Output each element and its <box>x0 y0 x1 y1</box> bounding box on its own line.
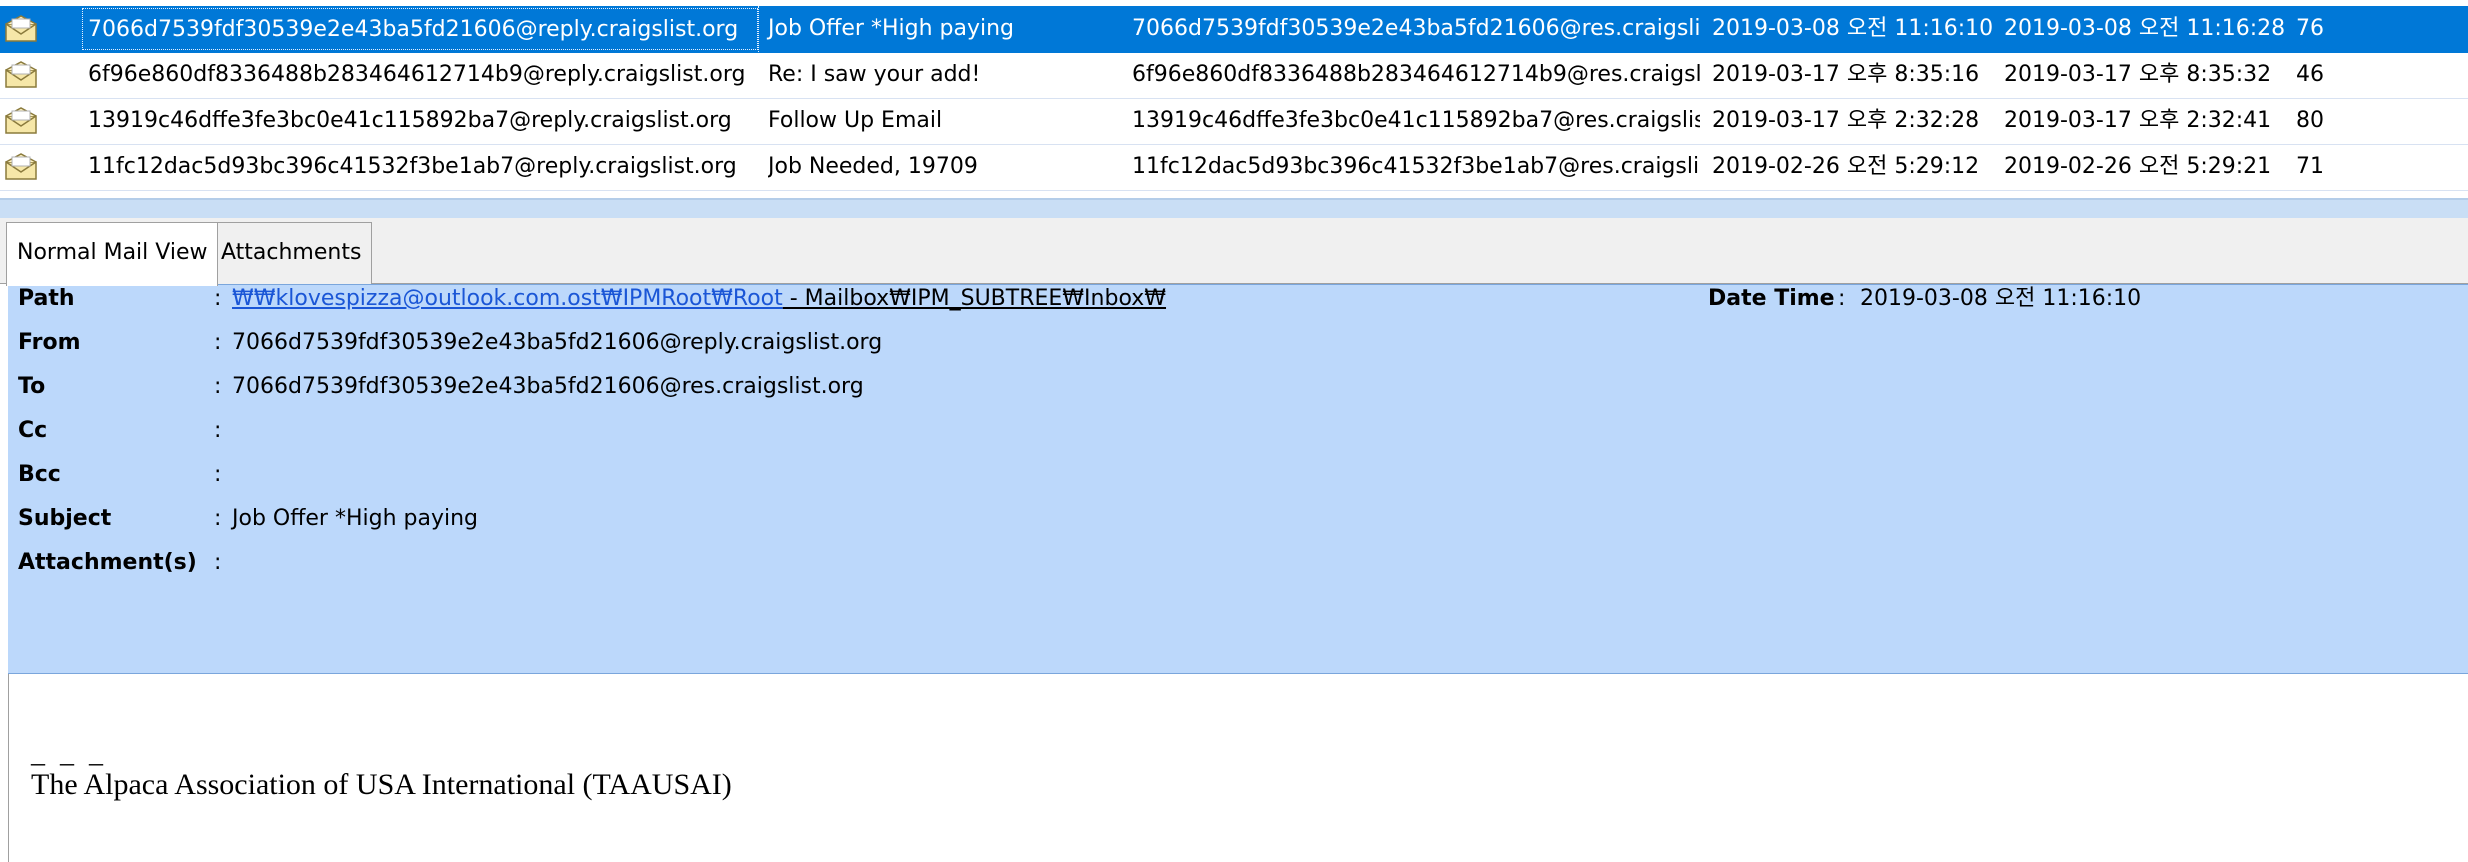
envelope-icon <box>4 15 38 43</box>
tab-attachments[interactable]: Attachments <box>210 222 373 284</box>
message-row-2[interactable]: 6f96e860df8336488b283464612714b9@reply.c… <box>0 52 2468 99</box>
from-value: 7066d7539fdf30539e2e43ba5fd21606@reply.c… <box>232 330 883 355</box>
message-to: 7066d7539fdf30539e2e43ba5fd21606@res.cra… <box>1132 16 1700 41</box>
message-sent-time: 2019-02-26 오전 5:29:12 <box>1712 154 1980 179</box>
message-subject: Re: I saw your add! <box>768 62 981 87</box>
path-value: ₩₩klovespizza@outlook.com.ost₩IPMRoot₩Ro… <box>232 279 1166 319</box>
attachments-label: Attachment(s) <box>18 550 197 575</box>
path-link[interactable]: ₩₩klovespizza@outlook.com.ost₩IPMRoot₩Ro… <box>232 286 783 311</box>
attachments-colon: : <box>214 550 222 575</box>
clipped-text-fragment <box>49 674 249 698</box>
message-received-time: 2019-03-17 오후 2:32:41 <box>2004 108 2272 133</box>
message-sent-time: 2019-03-17 오후 8:35:16 <box>1712 62 1980 87</box>
separator-dashes: _ _ _ <box>31 738 107 769</box>
message-to: 6f96e860df8336488b283464612714b9@res.cra… <box>1132 62 1700 87</box>
envelope-icon <box>4 61 38 89</box>
subject-value: Job Offer *High paying <box>232 506 478 531</box>
subject-colon: : <box>214 506 222 531</box>
message-subject: Job Offer *High paying <box>758 6 1108 52</box>
message-subject: Job Needed, 19709 <box>768 154 978 179</box>
message-to: 13919c46dffe3fe3bc0e41c115892ba7@res.cra… <box>1132 108 1700 133</box>
message-to: 11fc12dac5d93bc396c41532f3be1ab7@res.cra… <box>1132 154 1700 179</box>
mail-header-panel: Path : ₩₩klovespizza@outlook.com.ost₩IPM… <box>8 284 2468 674</box>
to-colon: : <box>214 374 222 399</box>
from-label: From <box>18 330 81 355</box>
message-subject: Follow Up Email <box>768 108 943 133</box>
view-tab-strip: Normal Mail View Attachments <box>0 218 2468 286</box>
to-value: 7066d7539fdf30539e2e43ba5fd21606@res.cra… <box>232 374 864 399</box>
message-from: 7066d7539fdf30539e2e43ba5fd21606@reply.c… <box>82 8 758 50</box>
envelope-icon <box>4 153 38 181</box>
message-received-time: 2019-03-08 오전 11:16:28 <box>2004 16 2286 41</box>
message-body-pane[interactable]: _ _ _ The Alpaca Association of USA Inte… <box>8 674 2468 862</box>
message-size: 76 <box>2296 16 2324 41</box>
to-label: To <box>18 374 46 399</box>
envelope-icon <box>4 107 38 135</box>
message-sent-time: 2019-03-17 오후 2:32:28 <box>1712 108 1980 133</box>
datetime-value: 2019-03-08 오전 11:16:10 <box>1860 286 2142 311</box>
message-list[interactable]: 7066d7539fdf30539e2e43ba5fd21606@reply.c… <box>0 0 2468 198</box>
message-received-time: 2019-02-26 오전 5:29:21 <box>2004 154 2272 179</box>
bcc-label: Bcc <box>18 462 61 487</box>
message-from: 13919c46dffe3fe3bc0e41c115892ba7@reply.c… <box>88 108 732 133</box>
from-colon: : <box>214 330 222 355</box>
message-size: 71 <box>2296 154 2324 179</box>
message-size: 80 <box>2296 108 2324 133</box>
message-from: 11fc12dac5d93bc396c41532f3be1ab7@reply.c… <box>88 154 737 179</box>
cc-label: Cc <box>18 418 48 443</box>
message-from: 6f96e860df8336488b283464612714b9@reply.c… <box>88 62 746 87</box>
association-line: The Alpaca Association of USA Internatio… <box>31 768 732 801</box>
subject-label: Subject <box>18 506 112 531</box>
message-row-1[interactable]: 7066d7539fdf30539e2e43ba5fd21606@reply.c… <box>0 6 2468 53</box>
cc-colon: : <box>214 418 222 443</box>
path-rest: - Mailbox₩IPM_SUBTREE₩Inbox₩ <box>782 286 1167 311</box>
message-size: 46 <box>2296 62 2324 87</box>
pane-splitter[interactable] <box>0 198 2468 218</box>
message-received-time: 2019-03-17 오후 8:35:32 <box>2004 62 2272 87</box>
datetime-colon: : <box>1838 286 1846 311</box>
message-sent-time: 2019-03-08 오전 11:16:10 <box>1712 16 1994 41</box>
bcc-colon: : <box>214 462 222 487</box>
datetime-label: Date Time <box>1708 286 1835 311</box>
path-row: Path : ₩₩klovespizza@outlook.com.ost₩IPM… <box>8 279 2468 319</box>
message-row-4[interactable]: 11fc12dac5d93bc396c41532f3be1ab7@reply.c… <box>0 144 2468 191</box>
message-row-3[interactable]: 13919c46dffe3fe3bc0e41c115892ba7@reply.c… <box>0 98 2468 145</box>
tab-normal-mail-view[interactable]: Normal Mail View <box>6 222 219 286</box>
